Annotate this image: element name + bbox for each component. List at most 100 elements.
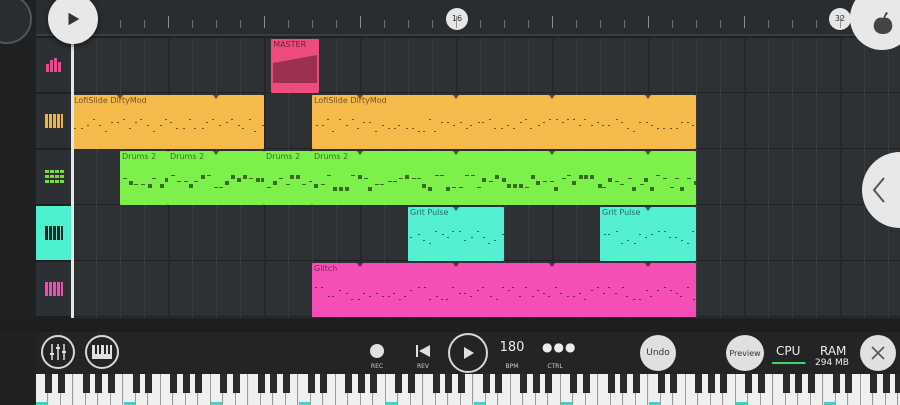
- pattern-handle[interactable]: [116, 95, 124, 99]
- pattern-clip[interactable]: LofiSlide DirtyMod: [312, 95, 696, 149]
- black-key[interactable]: [145, 374, 152, 393]
- pattern-clip[interactable]: Grit Pulse: [408, 207, 504, 261]
- pattern-handle[interactable]: [548, 263, 556, 267]
- ctrl-button[interactable]: ●●●: [542, 340, 575, 354]
- black-key[interactable]: [782, 374, 790, 393]
- black-key[interactable]: [832, 374, 840, 393]
- black-key[interactable]: [482, 374, 490, 393]
- pattern-clip[interactable]: MASTER: [271, 39, 320, 93]
- black-key[interactable]: [220, 374, 227, 393]
- close-button[interactable]: [860, 335, 896, 371]
- pattern-handle[interactable]: [452, 151, 460, 155]
- pattern-handle[interactable]: [452, 263, 460, 267]
- pattern-handle[interactable]: [452, 95, 460, 99]
- black-key[interactable]: [757, 374, 765, 393]
- pattern-clip[interactable]: Drums 2: [312, 151, 696, 205]
- pattern-clip[interactable]: Grit Pulse: [600, 207, 696, 261]
- piano-roll-button[interactable]: [85, 335, 119, 369]
- black-key[interactable]: [795, 374, 802, 393]
- black-key[interactable]: [320, 374, 327, 393]
- pattern-handle[interactable]: [452, 207, 460, 211]
- tempo-value[interactable]: 180: [498, 340, 526, 355]
- ruler-tick: [360, 16, 361, 28]
- black-key[interactable]: [270, 374, 277, 393]
- black-key[interactable]: [457, 374, 465, 393]
- black-key[interactable]: [607, 374, 615, 393]
- black-key[interactable]: [107, 374, 115, 393]
- black-key[interactable]: [445, 374, 452, 393]
- track-header-0[interactable]: [36, 38, 72, 93]
- black-key[interactable]: [532, 374, 540, 393]
- pattern-handle[interactable]: [644, 95, 652, 99]
- black-key[interactable]: [570, 374, 577, 393]
- black-key[interactable]: [45, 374, 52, 393]
- transport-play-button[interactable]: [448, 333, 488, 373]
- black-key[interactable]: [95, 374, 102, 393]
- pattern-clip[interactable]: Glitch: [312, 263, 696, 317]
- pattern-handle[interactable]: [356, 151, 364, 155]
- black-key[interactable]: [432, 374, 440, 393]
- black-key[interactable]: [670, 374, 677, 393]
- black-key[interactable]: [407, 374, 415, 393]
- black-key[interactable]: [370, 374, 377, 393]
- note-mark: [471, 237, 474, 238]
- track-header-2[interactable]: [36, 150, 72, 205]
- playhead[interactable]: [71, 36, 74, 318]
- black-key[interactable]: [582, 374, 590, 393]
- pattern-handle[interactable]: [548, 151, 556, 155]
- pattern-handle[interactable]: [644, 207, 652, 211]
- bar-marker-16[interactable]: 16: [446, 8, 468, 30]
- timeline-ruler[interactable]: 16 32: [36, 0, 900, 36]
- pattern-handle[interactable]: [356, 95, 364, 99]
- black-key[interactable]: [307, 374, 315, 393]
- preview-button[interactable]: Preview: [726, 335, 764, 371]
- piano-keyboard[interactable]: [36, 374, 900, 405]
- black-key[interactable]: [170, 374, 177, 393]
- black-key[interactable]: [545, 374, 552, 393]
- pattern-handle[interactable]: [212, 151, 220, 155]
- black-key[interactable]: [745, 374, 752, 393]
- black-key[interactable]: [182, 374, 190, 393]
- track-header-4[interactable]: [36, 262, 72, 317]
- black-key[interactable]: [357, 374, 365, 393]
- track-header-1[interactable]: [36, 94, 72, 149]
- pattern-clip[interactable]: Drums 2: [120, 151, 168, 205]
- rewind-button[interactable]: [414, 342, 432, 360]
- black-key[interactable]: [495, 374, 502, 393]
- pattern-handle[interactable]: [356, 263, 364, 267]
- black-key[interactable]: [620, 374, 627, 393]
- pattern-handle[interactable]: [644, 151, 652, 155]
- black-key[interactable]: [232, 374, 240, 393]
- black-key[interactable]: [82, 374, 90, 393]
- record-button[interactable]: [370, 344, 384, 358]
- black-key[interactable]: [657, 374, 665, 393]
- black-key[interactable]: [282, 374, 290, 393]
- black-key[interactable]: [807, 374, 815, 393]
- black-key[interactable]: [395, 374, 402, 393]
- black-key[interactable]: [882, 374, 890, 393]
- track-header-3[interactable]: [36, 206, 72, 261]
- pattern-handle[interactable]: [548, 95, 556, 99]
- pattern-clip[interactable]: LofiSlide DirtyMod: [72, 95, 264, 149]
- black-key[interactable]: [870, 374, 877, 393]
- black-key[interactable]: [845, 374, 852, 393]
- playlist-lane[interactable]: [72, 38, 900, 93]
- pattern-handle[interactable]: [644, 263, 652, 267]
- black-key[interactable]: [895, 374, 900, 393]
- black-key[interactable]: [720, 374, 727, 393]
- black-key[interactable]: [632, 374, 640, 393]
- pattern-clip[interactable]: Drums 2: [264, 151, 312, 205]
- black-key[interactable]: [345, 374, 352, 393]
- playlist-grid[interactable]: MASTER LofiSlide DirtyMod LofiSlide DirtyM…: [72, 38, 900, 318]
- black-key[interactable]: [520, 374, 527, 393]
- black-key[interactable]: [707, 374, 715, 393]
- black-key[interactable]: [257, 374, 265, 393]
- mixer-button[interactable]: [41, 335, 75, 369]
- black-key[interactable]: [132, 374, 140, 393]
- black-key[interactable]: [195, 374, 202, 393]
- black-key[interactable]: [57, 374, 65, 393]
- undo-button[interactable]: Undo: [640, 335, 676, 371]
- black-key[interactable]: [695, 374, 702, 393]
- pattern-handle[interactable]: [212, 95, 220, 99]
- pattern-clip[interactable]: Drums 2: [168, 151, 264, 205]
